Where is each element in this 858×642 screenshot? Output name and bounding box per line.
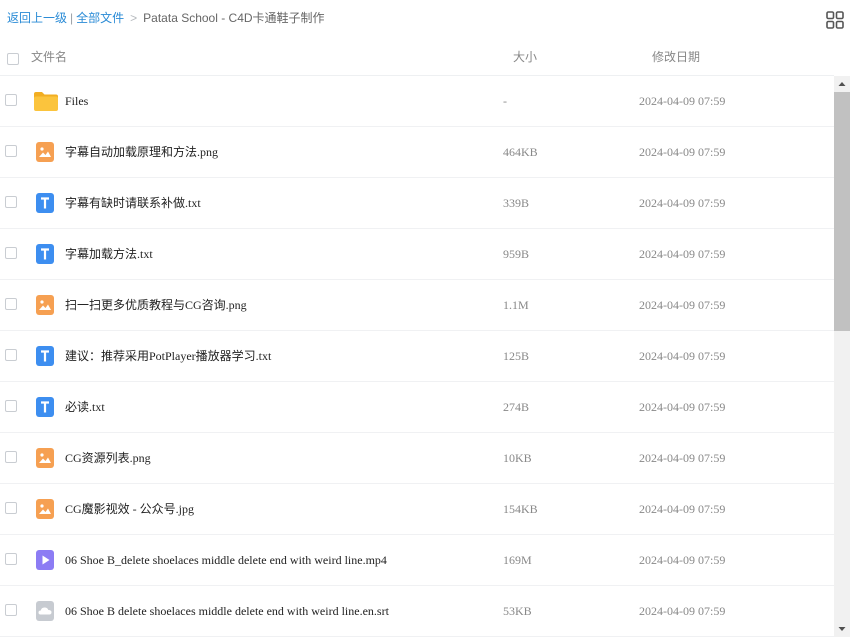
breadcrumb-separator: |	[70, 11, 74, 25]
cloud-file-icon	[35, 600, 55, 622]
column-size-header[interactable]: 大小	[513, 50, 537, 64]
file-name[interactable]: Files	[65, 94, 88, 108]
file-row[interactable]: Files - 2024-04-09 07:59	[0, 76, 834, 127]
column-date-header[interactable]: 修改日期	[652, 50, 700, 64]
row-checkbox[interactable]	[5, 553, 17, 565]
file-name[interactable]: 字幕自动加载原理和方法.png	[65, 145, 218, 159]
file-modified-date: 2024-04-09 07:59	[639, 400, 726, 414]
file-size: 169M	[503, 553, 532, 567]
folder-icon	[33, 90, 59, 112]
row-checkbox[interactable]	[5, 145, 17, 157]
row-checkbox[interactable]	[5, 502, 17, 514]
file-size: 274B	[503, 400, 530, 414]
file-row[interactable]: 字幕有缺时请联系补做.txt 339B 2024-04-09 07:59	[0, 178, 834, 229]
file-name[interactable]: 建议：推荐采用PotPlayer播放器学习.txt	[65, 349, 271, 363]
window-edge	[850, 0, 858, 637]
file-name[interactable]: 06 Shoe B delete shoelaces middle delete…	[65, 604, 389, 618]
vertical-scrollbar[interactable]	[834, 76, 850, 637]
file-size: 464KB	[503, 145, 538, 159]
file-row[interactable]: 字幕自动加载原理和方法.png 464KB 2024-04-09 07:59	[0, 127, 834, 178]
select-all-checkbox[interactable]	[7, 53, 19, 65]
back-link[interactable]: 返回上一级	[7, 11, 67, 25]
image-file-icon	[35, 498, 55, 520]
file-modified-date: 2024-04-09 07:59	[639, 247, 726, 261]
file-row[interactable]: 必读.txt 274B 2024-04-09 07:59	[0, 382, 834, 433]
scroll-down-arrow-icon[interactable]	[834, 621, 850, 637]
file-modified-date: 2024-04-09 07:59	[639, 298, 726, 312]
row-checkbox[interactable]	[5, 247, 17, 259]
scrollbar-thumb[interactable]	[834, 92, 850, 331]
file-modified-date: 2024-04-09 07:59	[639, 196, 726, 210]
file-modified-date: 2024-04-09 07:59	[639, 553, 726, 567]
top-bar: 返回上一级 | 全部文件 > Patata School - C4D卡通鞋子制作	[0, 0, 858, 38]
row-checkbox[interactable]	[5, 94, 17, 106]
column-name-header[interactable]: 文件名	[31, 50, 67, 64]
file-name[interactable]: 扫一扫更多优质教程与CG咨询.png	[65, 298, 247, 312]
file-modified-date: 2024-04-09 07:59	[639, 94, 726, 108]
video-file-icon	[35, 549, 55, 571]
file-modified-date: 2024-04-09 07:59	[639, 502, 726, 516]
breadcrumb: 返回上一级 | 全部文件 > Patata School - C4D卡通鞋子制作	[7, 11, 325, 25]
text-file-icon	[35, 396, 55, 418]
file-list: Files - 2024-04-09 07:59 字幕自动加载原理和方法.png 464…	[0, 76, 834, 637]
text-file-icon	[35, 192, 55, 214]
image-file-icon	[35, 141, 55, 163]
file-size: 154KB	[503, 502, 538, 516]
current-folder-title: Patata School - C4D卡通鞋子制作	[143, 11, 325, 25]
row-checkbox[interactable]	[5, 349, 17, 361]
row-checkbox[interactable]	[5, 451, 17, 463]
file-row[interactable]: 06 Shoe B_delete shoelaces middle delete…	[0, 535, 834, 586]
file-modified-date: 2024-04-09 07:59	[639, 451, 726, 465]
file-name[interactable]: 06 Shoe B_delete shoelaces middle delete…	[65, 553, 387, 567]
file-modified-date: 2024-04-09 07:59	[639, 145, 726, 159]
file-size: 10KB	[503, 451, 532, 465]
file-name[interactable]: CG资源列表.png	[65, 451, 151, 465]
image-file-icon	[35, 447, 55, 469]
file-row[interactable]: 06 Shoe B delete shoelaces middle delete…	[0, 586, 834, 637]
text-file-icon	[35, 243, 55, 265]
breadcrumb-arrow: >	[130, 11, 138, 25]
file-row[interactable]: 扫一扫更多优质教程与CG咨询.png 1.1M 2024-04-09 07:59	[0, 280, 834, 331]
all-files-link[interactable]: 全部文件	[76, 11, 124, 25]
file-size: 53KB	[503, 604, 532, 618]
file-row[interactable]: 建议：推荐采用PotPlayer播放器学习.txt 125B 2024-04-09 …	[0, 331, 834, 382]
file-name[interactable]: 必读.txt	[65, 400, 105, 414]
scroll-up-arrow-icon[interactable]	[834, 76, 850, 92]
file-modified-date: 2024-04-09 07:59	[639, 349, 726, 363]
image-file-icon	[35, 294, 55, 316]
file-row[interactable]: CG魔影视效 - 公众号.jpg 154KB 2024-04-09 07:59	[0, 484, 834, 535]
file-name[interactable]: 字幕加载方法.txt	[65, 247, 153, 261]
row-checkbox[interactable]	[5, 604, 17, 616]
file-name[interactable]: 字幕有缺时请联系补做.txt	[65, 196, 201, 210]
file-row[interactable]: 字幕加载方法.txt 959B 2024-04-09 07:59	[0, 229, 834, 280]
text-file-icon	[35, 345, 55, 367]
file-size: 339B	[503, 196, 530, 210]
grid-view-icon[interactable]	[826, 11, 844, 29]
file-modified-date: 2024-04-09 07:59	[639, 604, 726, 618]
file-row[interactable]: CG资源列表.png 10KB 2024-04-09 07:59	[0, 433, 834, 484]
file-list-header: 文件名 大小 修改日期	[0, 38, 834, 76]
row-checkbox[interactable]	[5, 400, 17, 412]
file-size: 959B	[503, 247, 530, 261]
file-size: -	[503, 94, 507, 108]
row-checkbox[interactable]	[5, 298, 17, 310]
row-checkbox[interactable]	[5, 196, 17, 208]
file-size: 125B	[503, 349, 530, 363]
file-size: 1.1M	[503, 298, 529, 312]
file-name[interactable]: CG魔影视效 - 公众号.jpg	[65, 502, 194, 516]
